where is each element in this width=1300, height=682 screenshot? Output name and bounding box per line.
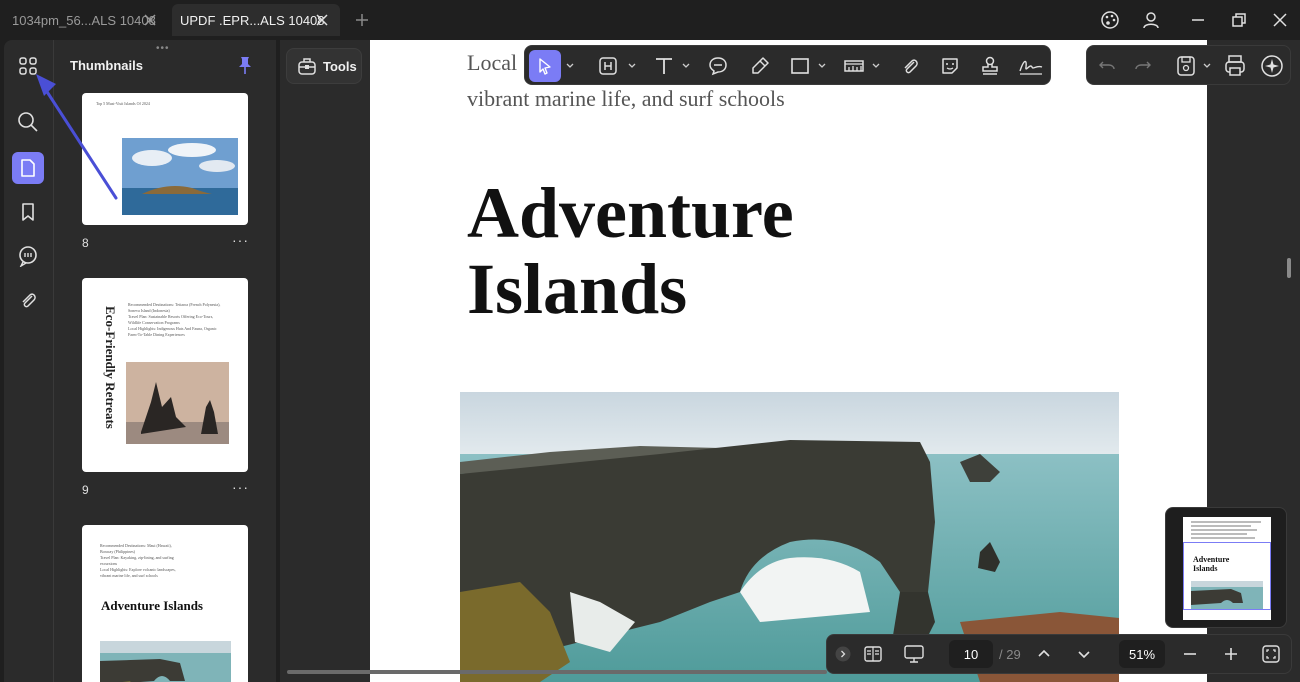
next-page-icon[interactable]	[1075, 645, 1093, 663]
tools-button[interactable]: Tools	[286, 48, 362, 84]
close-window-icon[interactable]	[1270, 10, 1290, 30]
chevron-down-icon[interactable]	[681, 50, 691, 82]
toolbox-icon	[298, 58, 316, 75]
tab-document-1[interactable]: 1034pm_56...ALS 10408	[4, 4, 168, 36]
chevron-down-icon[interactable]	[565, 50, 575, 82]
text-box-icon	[599, 57, 617, 75]
page-number: 9	[82, 483, 89, 497]
panel-resize-grip[interactable]: •••	[156, 43, 170, 54]
document-heading[interactable]: Islands	[467, 252, 687, 326]
paperclip-icon	[904, 59, 918, 74]
text-icon	[656, 58, 672, 74]
close-tab-icon[interactable]	[142, 12, 158, 28]
thumbnail-text: Recommended Destinations: Maui (Hawaii),…	[100, 543, 230, 579]
fit-page-icon[interactable]	[1261, 644, 1281, 664]
signature-icon	[1019, 60, 1043, 75]
document-text[interactable]: vibrant marine life, and surf schools	[467, 86, 785, 112]
minimap-viewport[interactable]	[1183, 542, 1271, 610]
print-icon[interactable]	[1223, 50, 1247, 82]
theme-palette-icon[interactable]	[1100, 10, 1120, 30]
total-pages: / 29	[999, 647, 1021, 662]
undo-icon[interactable]	[1097, 50, 1117, 82]
island-photo	[122, 138, 238, 215]
vertical-scrollbar[interactable]	[1287, 258, 1291, 278]
comments-icon	[19, 246, 37, 267]
minimize-icon[interactable]	[1188, 10, 1208, 30]
arch-photo	[100, 641, 231, 682]
sticker-icon	[942, 58, 958, 74]
comment-tool-button[interactable]	[705, 50, 731, 82]
thumbnail-page-10[interactable]: Recommended Destinations: Maui (Hawaii),…	[82, 525, 248, 682]
page-minimap[interactable]: Adventure Islands	[1165, 507, 1287, 628]
new-tab-icon[interactable]	[354, 12, 370, 28]
tab-label: UPDF .EPR...ALS 10408	[180, 12, 325, 28]
tools-column: Tools	[280, 40, 370, 682]
ruler-icon	[844, 60, 864, 72]
attach-tool-button[interactable]	[897, 50, 923, 82]
chevron-down-icon[interactable]	[871, 50, 881, 82]
ai-assistant-icon[interactable]	[1259, 50, 1285, 82]
stamp-tool-button[interactable]	[977, 50, 1003, 82]
tab-bar: 1034pm_56...ALS 10408 UPDF .EPR...ALS 10…	[0, 0, 1300, 40]
page-layout-icon[interactable]	[863, 644, 883, 664]
bookmark-icon	[22, 203, 34, 221]
signature-tool-button[interactable]	[1017, 50, 1045, 82]
chevron-right-icon[interactable]	[835, 646, 851, 662]
zoom-in-icon[interactable]	[1222, 645, 1240, 663]
shape-tool-button[interactable]	[787, 50, 813, 82]
page-options-button[interactable]: ···	[232, 479, 249, 495]
document-actions-toolbar	[1086, 45, 1291, 85]
page-navigation-bar: 10 / 29 51%	[826, 634, 1292, 674]
restore-icon[interactable]	[1229, 10, 1249, 30]
page-options-button[interactable]: ···	[232, 232, 249, 248]
stamp-icon	[982, 56, 998, 75]
tab-document-2[interactable]: UPDF .EPR...ALS 10408	[172, 4, 340, 36]
rectangle-icon	[791, 58, 809, 74]
text-tool-button[interactable]	[651, 50, 677, 82]
page-number: 8	[82, 236, 89, 250]
document-heading[interactable]: Adventure	[467, 176, 794, 250]
annotation-arrow	[36, 74, 118, 200]
rock-photo	[126, 362, 229, 444]
thumbnail-title: Adventure Islands	[101, 598, 203, 613]
previous-page-icon[interactable]	[1035, 645, 1053, 663]
annotation-toolbar	[524, 45, 1051, 85]
thumbnail-text: Recommended Destinations: Tetiaroa (Fren…	[128, 302, 240, 338]
horizontal-scrollbar[interactable]	[287, 670, 827, 674]
highlighter-tool-button[interactable]	[747, 50, 773, 82]
attachments-button[interactable]	[12, 284, 44, 316]
current-page-input[interactable]: 10	[949, 640, 993, 668]
thumbnail-page-9[interactable]: Eco-Friendly Retreats Recommended Destin…	[82, 278, 248, 472]
chevron-down-icon[interactable]	[1202, 50, 1212, 82]
document-canvas[interactable]: Local vibrant marine life, and surf scho…	[370, 40, 1207, 682]
pin-icon[interactable]	[235, 55, 255, 75]
account-icon[interactable]	[1141, 10, 1161, 30]
text-box-tool-button[interactable]	[595, 50, 621, 82]
zoom-level[interactable]: 51%	[1119, 640, 1165, 668]
sticker-tool-button[interactable]	[937, 50, 963, 82]
text-line: Farm-To-Table Dining Experiences	[128, 332, 185, 337]
chevron-down-icon[interactable]	[627, 50, 637, 82]
text-line: vibrant marine life, and surf schools	[100, 573, 158, 578]
save-icon[interactable]	[1175, 50, 1197, 82]
measure-tool-button[interactable]	[841, 50, 867, 82]
attachment-icon	[22, 293, 36, 308]
vertical-title: Eco-Friendly Retreats	[103, 306, 118, 429]
chevron-down-icon[interactable]	[817, 50, 827, 82]
document-text[interactable]: Local	[467, 50, 517, 76]
redo-icon[interactable]	[1133, 50, 1153, 82]
close-tab-icon[interactable]	[314, 12, 330, 28]
comment-icon	[709, 57, 727, 76]
highlighter-icon	[752, 57, 769, 74]
tab-label: 1034pm_56...ALS 10408	[12, 12, 156, 28]
tools-label: Tools	[323, 58, 357, 74]
comments-button[interactable]	[12, 240, 44, 272]
cursor-icon	[539, 58, 551, 75]
presentation-icon[interactable]	[903, 644, 925, 664]
select-tool-button[interactable]	[529, 50, 561, 82]
zoom-out-icon[interactable]	[1181, 645, 1199, 663]
